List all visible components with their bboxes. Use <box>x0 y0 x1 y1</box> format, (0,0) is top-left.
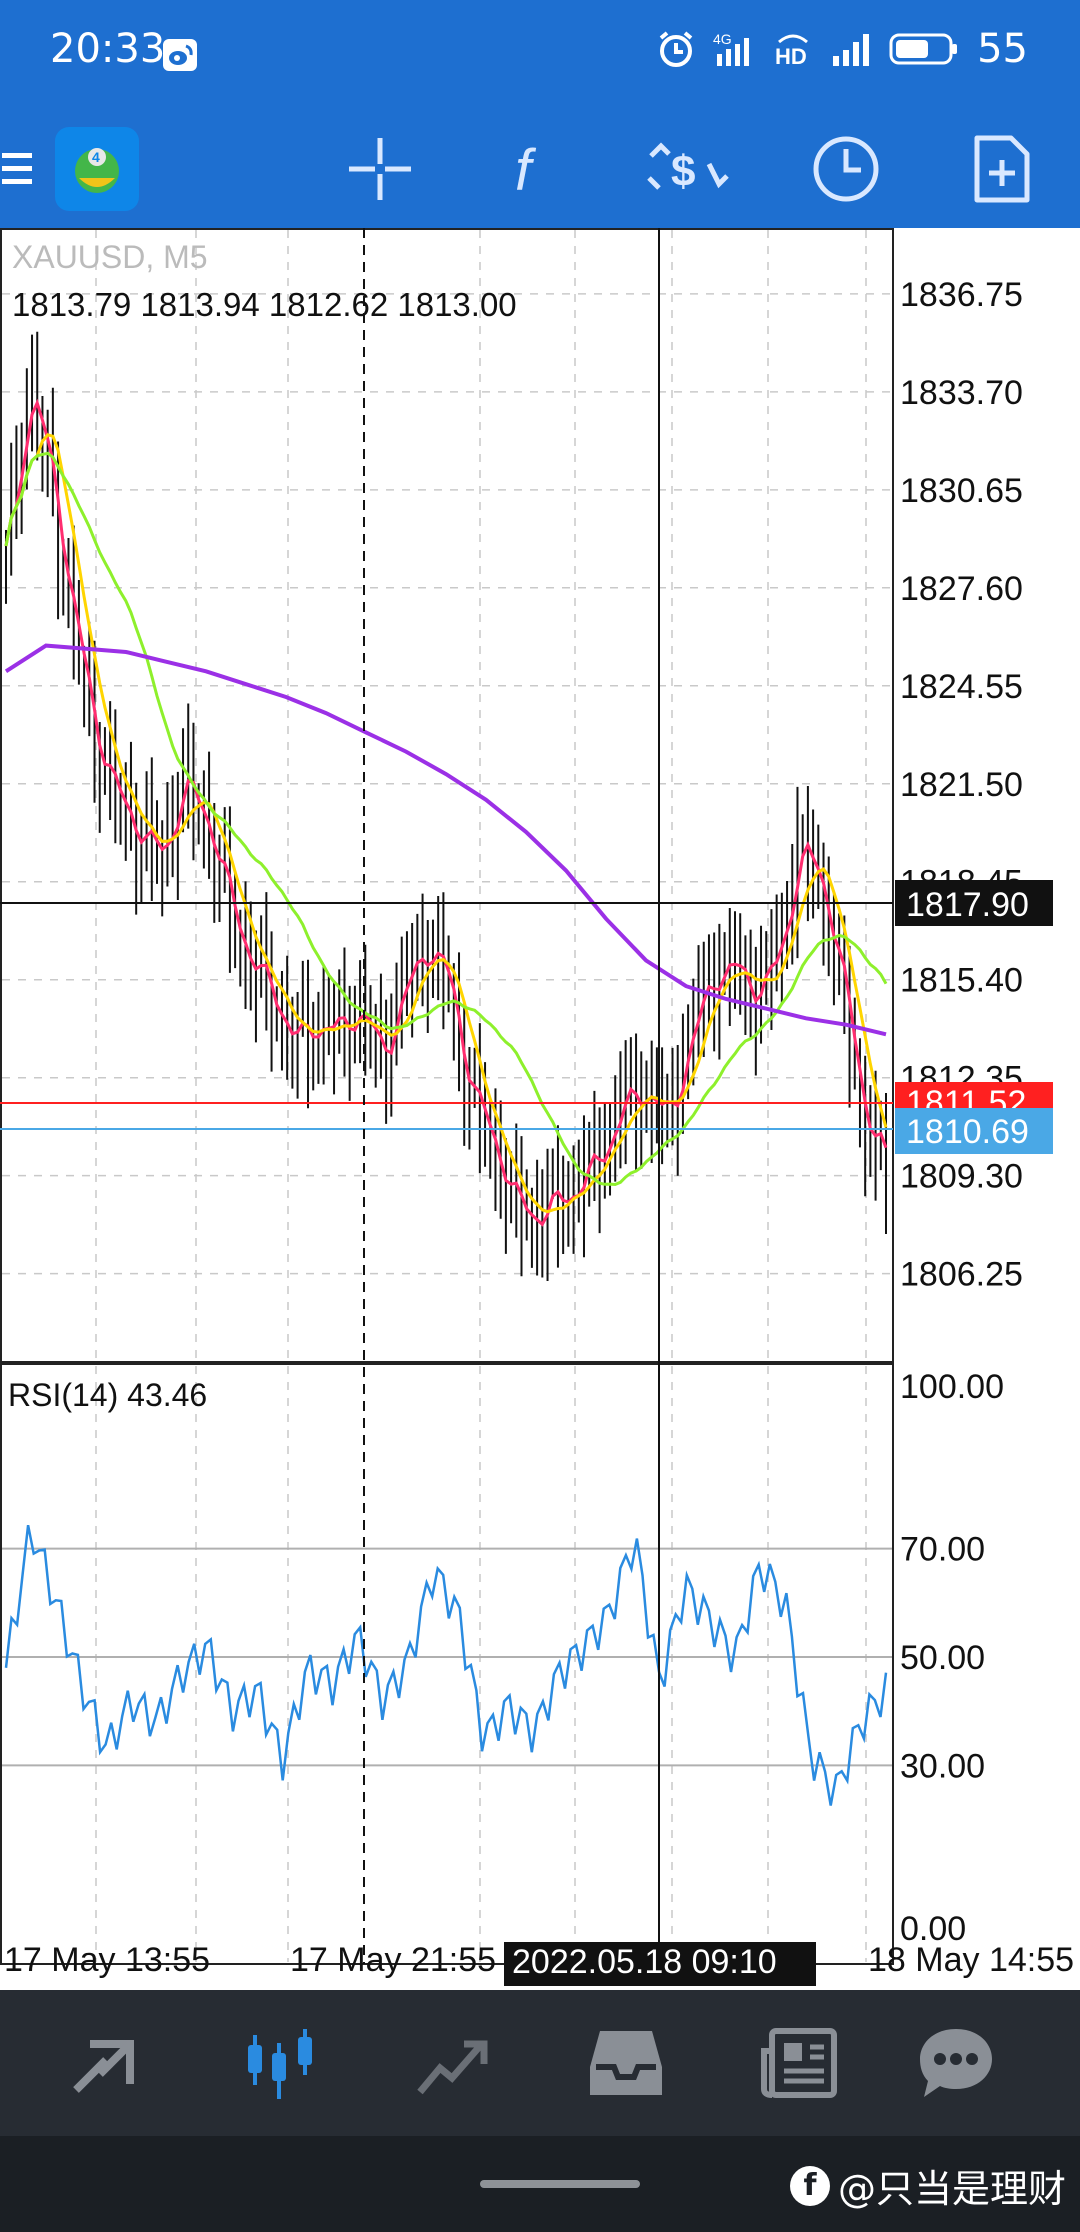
price-panel-frame <box>0 228 894 1363</box>
history-icon <box>590 2031 662 2095</box>
menu-icon <box>2 153 32 184</box>
signal-icon: 4G <box>713 31 750 66</box>
new-order-icon <box>974 135 1030 203</box>
nav-quotes[interactable] <box>50 1990 170 2136</box>
rsi-tick-label: 50.00 <box>900 1639 985 1677</box>
chart-icon <box>248 2029 312 2099</box>
watermark-text: @只当是理财 <box>837 2167 1066 2211</box>
rsi-panel-frame <box>0 1363 894 1965</box>
system-nav-bar: f @只当是理财 <box>0 2136 1080 2232</box>
price-tick-label: 1830.65 <box>900 472 1023 510</box>
battery-icon <box>889 33 958 65</box>
price-tick-label: 1821.50 <box>900 766 1023 804</box>
bid-price: 1810.69 <box>906 1113 1029 1151</box>
app-logo[interactable]: 4 <box>52 110 142 228</box>
alarm-icon <box>659 31 693 67</box>
rsi-tick-label: 100.00 <box>900 1368 1004 1406</box>
timeframe-icon <box>813 136 879 202</box>
new-order-button[interactable] <box>960 110 1044 228</box>
indicators-button[interactable]: f <box>494 110 574 228</box>
watermark: f @只当是理财 <box>789 2158 1066 2213</box>
nav-trade[interactable] <box>394 1990 514 2136</box>
rsi-tick-label: 30.00 <box>900 1747 985 1785</box>
hd-label: HD <box>775 44 807 68</box>
chart-area[interactable]: XAUUSD, M5 1813.79 1813.94 1812.62 1813.… <box>0 228 1080 1990</box>
crosshair-time: 2022.05.18 09:10 <box>512 1943 777 1981</box>
status-time: 20:33 <box>50 26 166 72</box>
symbol-label: XAUUSD, M5 <box>12 239 208 275</box>
nav-chart[interactable] <box>222 1990 342 2136</box>
quotes-icon <box>73 2040 134 2093</box>
time-label-1: 17 May 13:55 <box>4 1941 210 1979</box>
hd-icon: HD <box>775 34 809 68</box>
indicators-icon: f <box>515 138 537 202</box>
app-logo-icon: 4 <box>55 127 139 211</box>
price-tick-label: 1815.40 <box>900 962 1023 1000</box>
rsi-tick-label: 70.00 <box>900 1531 985 1569</box>
price-tick-label: 1809.30 <box>900 1158 1023 1196</box>
news-icon <box>761 2028 837 2098</box>
time-label-3: 18 May 14:55 <box>868 1941 1074 1979</box>
chart-canvas[interactable]: XAUUSD, M5 1813.79 1813.94 1812.62 1813.… <box>0 228 1080 1990</box>
rsi-label: RSI(14) 43.46 <box>8 1377 207 1413</box>
crosshair-price: 1817.90 <box>906 886 1029 924</box>
battery-level: 55 <box>977 26 1028 72</box>
timeframe-button[interactable] <box>804 110 888 228</box>
ohlc-label: 1813.79 1813.94 1812.62 1813.00 <box>12 286 517 323</box>
weibo-icon <box>163 39 197 71</box>
watermark-logo-icon: f <box>789 2165 830 2206</box>
menu-button[interactable] <box>0 110 34 228</box>
top-toolbar: 4 f $ <box>0 110 1080 228</box>
nav-chat[interactable] <box>896 1990 1016 2136</box>
svg-text:4: 4 <box>92 149 100 165</box>
svg-text:f: f <box>515 138 537 202</box>
signal-bars-icon <box>833 34 870 66</box>
trade-icon <box>417 2040 488 2095</box>
status-right: 4G HD 55 <box>657 26 1028 72</box>
svg-text:$: $ <box>671 147 695 196</box>
objects-icon: $ <box>647 142 729 196</box>
price-tick-label: 1833.70 <box>900 374 1023 412</box>
home-gesture-bar[interactable] <box>480 2180 640 2188</box>
price-tick-label: 1827.60 <box>900 570 1023 608</box>
price-tick-label: 1836.75 <box>900 276 1023 314</box>
objects-button[interactable]: $ <box>644 110 734 228</box>
status-bar: 20:33 4G HD 55 <box>0 0 1080 110</box>
network-label: 4G <box>713 31 732 47</box>
price-tick-label: 1806.25 <box>900 1256 1023 1294</box>
nav-history[interactable] <box>566 1990 686 2136</box>
price-tick-label: 1824.55 <box>900 668 1023 706</box>
bottom-nav <box>0 1990 1080 2136</box>
crosshair-icon <box>349 138 411 200</box>
crosshair-button[interactable] <box>340 110 420 228</box>
chat-icon <box>920 2029 992 2097</box>
nav-news[interactable] <box>740 1990 860 2136</box>
rsi-axis: 100.0070.0050.0030.000.00 <box>900 1368 1004 1948</box>
time-label-2: 17 May 21:55 <box>290 1941 496 1979</box>
